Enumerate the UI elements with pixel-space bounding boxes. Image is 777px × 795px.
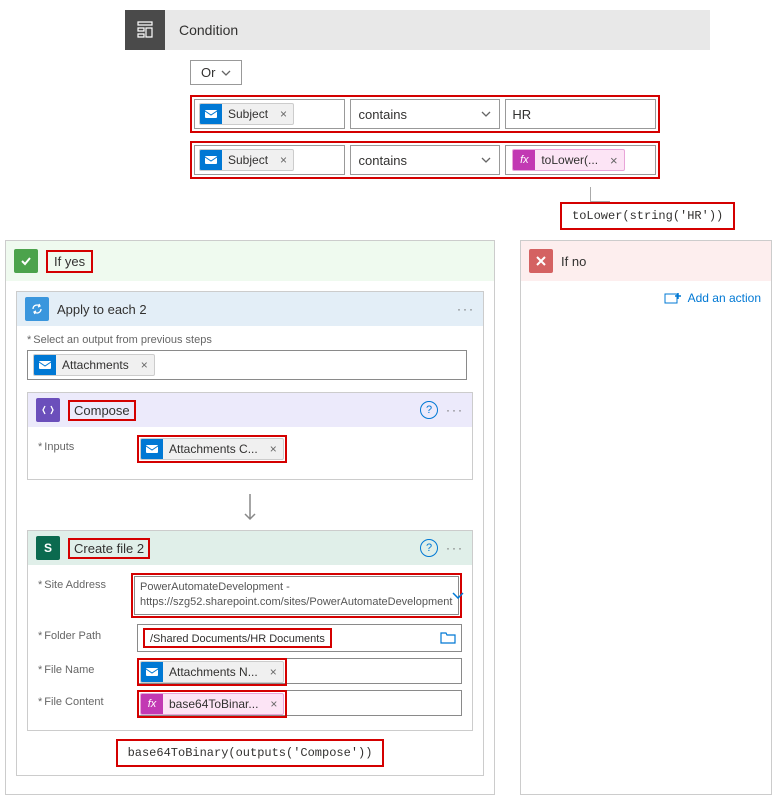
- create-file-header[interactable]: S Create file 2 ? ···: [28, 531, 472, 565]
- operator-label: contains: [359, 107, 407, 122]
- sharepoint-icon: S: [36, 536, 60, 560]
- outlook-icon: [141, 661, 163, 683]
- condition-header[interactable]: Condition: [125, 10, 710, 50]
- branch-yes-header: If yes: [6, 241, 494, 281]
- token-remove[interactable]: ×: [264, 665, 283, 679]
- outlook-icon: [200, 103, 222, 125]
- condition-icon: [125, 10, 165, 50]
- dynamic-token-attachments[interactable]: Attachments ×: [33, 354, 155, 376]
- add-action-label: Add an action: [688, 291, 761, 305]
- branch-no: If no Add an action: [520, 240, 772, 795]
- select-output-input[interactable]: Attachments ×: [27, 350, 467, 380]
- condition-operator[interactable]: contains: [350, 99, 501, 129]
- site-address-label: Site Address: [38, 573, 131, 591]
- logic-dropdown[interactable]: Or: [190, 60, 242, 85]
- fx-icon: fx: [141, 693, 163, 715]
- fx-icon: fx: [513, 149, 535, 171]
- select-output-label: Select an output from previous steps: [27, 334, 473, 346]
- condition-right-operand[interactable]: HR: [505, 99, 656, 129]
- token-label: toLower(...: [535, 153, 604, 167]
- help-icon[interactable]: ?: [420, 401, 438, 419]
- right-value: HR: [512, 107, 531, 122]
- token-label: Attachments N...: [163, 665, 264, 679]
- folder-path-value: /Shared Documents/HR Documents: [146, 631, 329, 647]
- dynamic-token-attachments-name[interactable]: Attachments N... ×: [140, 661, 284, 683]
- branch-yes: If yes Apply to each 2 ··· Select an out…: [5, 240, 495, 795]
- add-action-icon: [664, 291, 682, 305]
- close-icon: [529, 249, 553, 273]
- token-label: Subject: [222, 107, 274, 121]
- chevron-down-icon: [481, 111, 491, 117]
- dynamic-token-subject[interactable]: Subject ×: [199, 103, 294, 125]
- logic-label: Or: [201, 65, 215, 80]
- token-remove[interactable]: ×: [264, 697, 283, 711]
- branch-no-label: If no: [561, 254, 586, 269]
- apply-to-each-header[interactable]: Apply to each 2 ···: [17, 292, 483, 326]
- dynamic-token-subject[interactable]: Subject ×: [199, 149, 294, 171]
- callout-text: toLower(string('HR')): [560, 202, 735, 230]
- condition-left-operand[interactable]: Subject ×: [194, 145, 345, 175]
- condition-left-operand[interactable]: Subject ×: [194, 99, 345, 129]
- site-address-input[interactable]: PowerAutomateDevelopment - https://szg52…: [134, 576, 459, 615]
- compose-card: Compose ? ··· Inputs: [27, 392, 473, 480]
- file-name-label: File Name: [38, 658, 137, 676]
- more-icon[interactable]: ···: [446, 541, 464, 555]
- branches: If yes Apply to each 2 ··· Select an out…: [0, 240, 777, 795]
- token-label: base64ToBinar...: [163, 697, 264, 711]
- folder-picker-icon[interactable]: [440, 631, 456, 644]
- chevron-down-icon: [481, 157, 491, 163]
- token-remove[interactable]: ×: [135, 358, 154, 372]
- compose-title: Compose: [68, 400, 136, 421]
- chevron-down-icon: [452, 592, 464, 599]
- fx-callout: base64ToBinary(outputs('Compose')): [27, 739, 473, 767]
- chevron-down-icon: [221, 70, 231, 76]
- site-address-text: PowerAutomateDevelopment - https://szg52…: [140, 580, 452, 611]
- token-remove[interactable]: ×: [264, 442, 283, 456]
- inputs-label: Inputs: [38, 435, 137, 453]
- condition-body: Or Subject × contains HR: [190, 60, 777, 230]
- compose-header[interactable]: Compose ? ···: [28, 393, 472, 427]
- branch-no-header: If no: [521, 241, 771, 281]
- create-file-card: S Create file 2 ? ··· Site Address: [27, 530, 473, 731]
- folder-path-input[interactable]: /Shared Documents/HR Documents: [137, 624, 462, 652]
- condition-row: Subject × contains fx toLower(... ×: [190, 141, 660, 179]
- check-icon: [14, 249, 38, 273]
- apply-to-each-title: Apply to each 2: [57, 302, 457, 317]
- fx-token-tolower[interactable]: fx toLower(... ×: [512, 149, 624, 171]
- fx-callout: toLower(string('HR')): [560, 187, 777, 230]
- help-icon[interactable]: ?: [420, 539, 438, 557]
- folder-path-label: Folder Path: [38, 624, 137, 642]
- more-icon[interactable]: ···: [457, 302, 475, 316]
- fx-token-base64[interactable]: fx base64ToBinar... ×: [140, 693, 284, 715]
- token-remove[interactable]: ×: [274, 107, 293, 121]
- apply-to-each-card: Apply to each 2 ··· Select an output fro…: [16, 291, 484, 776]
- loop-icon: [25, 297, 49, 321]
- add-action-link[interactable]: Add an action: [521, 281, 771, 315]
- token-label: Subject: [222, 153, 274, 167]
- dynamic-token-attachments-content[interactable]: Attachments C... ×: [140, 438, 284, 460]
- file-content-label: File Content: [38, 690, 137, 708]
- condition-title: Condition: [165, 22, 238, 38]
- token-remove[interactable]: ×: [604, 153, 624, 168]
- flow-arrow: [27, 488, 473, 530]
- token-remove[interactable]: ×: [274, 153, 293, 167]
- branch-yes-label: If yes: [46, 250, 93, 273]
- more-icon[interactable]: ···: [446, 403, 464, 417]
- condition-operator[interactable]: contains: [350, 145, 501, 175]
- compose-icon: [36, 398, 60, 422]
- token-label: Attachments: [56, 358, 135, 372]
- token-label: Attachments C...: [163, 442, 264, 456]
- outlook-icon: [200, 149, 222, 171]
- outlook-icon: [141, 438, 163, 460]
- operator-label: contains: [359, 153, 407, 168]
- condition-right-operand[interactable]: fx toLower(... ×: [505, 145, 656, 175]
- callout-text: base64ToBinary(outputs('Compose')): [116, 739, 385, 767]
- outlook-icon: [34, 354, 56, 376]
- create-file-title: Create file 2: [68, 538, 150, 559]
- condition-row: Subject × contains HR: [190, 95, 660, 133]
